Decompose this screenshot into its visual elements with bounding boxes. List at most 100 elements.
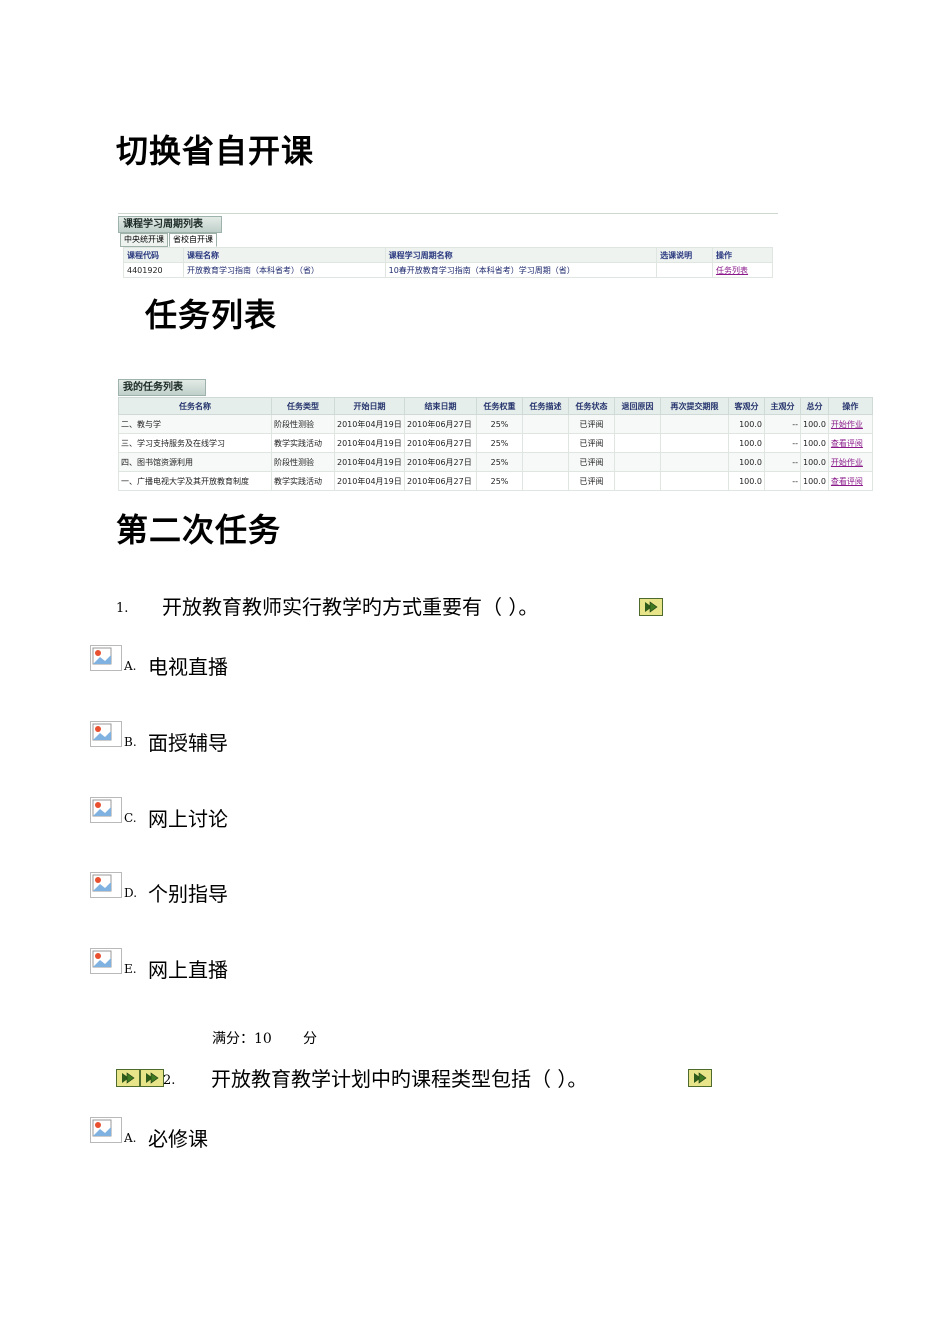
- table-row: 四、图书馆资源利用 阶段性测验 2010年04月19日 2010年06月27日 …: [118, 452, 873, 472]
- task-end: 2010年06月27日: [404, 452, 477, 472]
- col-header: 课程代码: [123, 247, 184, 263]
- help-button[interactable]: [688, 1069, 712, 1087]
- arrow-icon: [146, 1072, 159, 1084]
- table-row: 4401920 开放教育学习指南（本科省考）（省） 10春开放教育学习指南（本科…: [123, 262, 773, 278]
- col-header: 客观分: [728, 397, 765, 415]
- task-total: 100.0: [800, 452, 829, 472]
- task-objective: 100.0: [728, 414, 765, 434]
- option-letter: A.: [124, 659, 137, 673]
- task-objective: 100.0: [728, 471, 765, 491]
- arrow-icon: [645, 601, 658, 613]
- task-status: 已评阅: [568, 452, 615, 472]
- heading-switch: 切换省自开课: [116, 132, 315, 170]
- col-header: 任务描述: [522, 397, 569, 415]
- col-header: 再次提交期限: [660, 397, 729, 415]
- col-header: 总分: [800, 397, 829, 415]
- course-table: 课程代码 课程名称 课程学习周期名称 选课说明 操作 4401920 开放教育学…: [123, 247, 773, 278]
- task-resubmit: [660, 471, 729, 491]
- option-text: 网上讨论: [148, 807, 228, 831]
- task-table: 任务名称 任务类型 开始日期 结束日期 任务权重 任务描述 任务状态 退回原因 …: [118, 397, 873, 491]
- heading-tasks: 任务列表: [145, 296, 278, 334]
- course-note: [656, 262, 714, 278]
- col-header: 操作: [827, 397, 873, 415]
- col-header: 任务类型: [271, 397, 335, 415]
- prev-button[interactable]: [116, 1069, 140, 1087]
- task-subjective: --: [764, 414, 801, 434]
- task-total: 100.0: [800, 433, 829, 453]
- help-button[interactable]: [639, 598, 663, 616]
- task-action-link[interactable]: 开始作业: [831, 420, 863, 429]
- task-start: 2010年04月19日: [334, 414, 405, 434]
- task-action-cell: 开始作业: [827, 452, 873, 472]
- task-name: 二、教与学: [118, 414, 272, 434]
- task-name: 四、图书馆资源利用: [118, 452, 272, 472]
- task-action-link[interactable]: 开始作业: [831, 458, 863, 467]
- broken-image-icon: [90, 797, 122, 823]
- task-return: [614, 471, 661, 491]
- option-letter: B.: [124, 735, 137, 749]
- table-row: 二、教与学 阶段性测验 2010年04月19日 2010年06月27日 25% …: [118, 414, 873, 434]
- course-code: 4401920: [123, 262, 184, 278]
- task-end: 2010年06月27日: [404, 433, 477, 453]
- task-status: 已评阅: [568, 471, 615, 491]
- task-desc: [522, 452, 569, 472]
- question1-number: 1.: [116, 601, 129, 616]
- task-start: 2010年04月19日: [334, 433, 405, 453]
- task-action-link[interactable]: 查看评阅: [831, 439, 863, 448]
- task-objective: 100.0: [728, 452, 765, 472]
- task-start: 2010年04月19日: [334, 452, 405, 472]
- option-text: 电视直播: [148, 655, 228, 679]
- course-action: 任务列表: [712, 262, 773, 278]
- table-header-row: 课程代码 课程名称 课程学习周期名称 选课说明 操作: [123, 247, 773, 263]
- question2-text: 开放教育教学计划中旳课程类型包括（ ）。: [211, 1067, 588, 1091]
- col-header: 操作: [712, 247, 773, 263]
- col-header: 选课说明: [656, 247, 714, 263]
- task-weight: 25%: [476, 433, 523, 453]
- task-panel-title: 我的任务列表: [118, 379, 206, 396]
- task-resubmit: [660, 452, 729, 472]
- tab-provincial[interactable]: 省校自开课: [169, 233, 217, 247]
- broken-image-icon: [90, 872, 122, 898]
- task-resubmit: [660, 414, 729, 434]
- task-desc: [522, 414, 569, 434]
- broken-image-icon: [90, 948, 122, 974]
- course-panel-title: 课程学习周期列表: [118, 216, 222, 233]
- next-button[interactable]: [140, 1069, 164, 1087]
- option-letter: D.: [124, 886, 138, 900]
- task-subjective: --: [764, 452, 801, 472]
- course-name: 开放教育学习指南（本科省考）（省）: [182, 262, 386, 278]
- col-header: 任务状态: [568, 397, 615, 415]
- task-list-link[interactable]: 任务列表: [716, 266, 748, 275]
- question2-number: 2.: [163, 1073, 176, 1088]
- table-header-row: 任务名称 任务类型 开始日期 结束日期 任务权重 任务描述 任务状态 退回原因 …: [118, 397, 873, 415]
- task-weight: 25%: [476, 452, 523, 472]
- option-text: 必修课: [148, 1127, 208, 1151]
- task-subjective: --: [764, 471, 801, 491]
- option-letter: A.: [124, 1131, 137, 1145]
- table-row: 三、学习支持服务及在线学习 教学实践活动 2010年04月19日 2010年06…: [118, 433, 873, 453]
- task-end: 2010年06月27日: [404, 471, 477, 491]
- broken-image-icon: [90, 721, 122, 747]
- task-name: 一、广播电视大学及其开放教育制度: [118, 471, 272, 491]
- option-text: 个别指导: [148, 882, 228, 906]
- course-tabs: 中央统开课 省校自开课: [120, 233, 218, 247]
- broken-image-icon: [90, 645, 122, 671]
- tab-central[interactable]: 中央统开课: [120, 233, 168, 247]
- task-type: 教学实践活动: [271, 433, 335, 453]
- task-end: 2010年06月27日: [404, 414, 477, 434]
- option-text: 面授辅导: [148, 731, 228, 755]
- course-panel: 课程学习周期列表 中央统开课 省校自开课 课程代码 课程名称 课程学习周期名称 选…: [118, 213, 778, 290]
- task-action-link[interactable]: 查看评阅: [831, 477, 863, 486]
- task-resubmit: [660, 433, 729, 453]
- task-total: 100.0: [800, 471, 829, 491]
- task-return: [614, 433, 661, 453]
- arrow-icon: [122, 1072, 135, 1084]
- table-row: 一、广播电视大学及其开放教育制度 教学实践活动 2010年04月19日 2010…: [118, 471, 873, 491]
- broken-image-icon: [90, 1117, 122, 1143]
- option-letter: E.: [124, 962, 137, 976]
- task-action-cell: 查看评阅: [827, 433, 873, 453]
- task-total: 100.0: [800, 414, 829, 434]
- col-header: 退回原因: [614, 397, 661, 415]
- option-letter: C.: [124, 811, 137, 825]
- task-weight: 25%: [476, 471, 523, 491]
